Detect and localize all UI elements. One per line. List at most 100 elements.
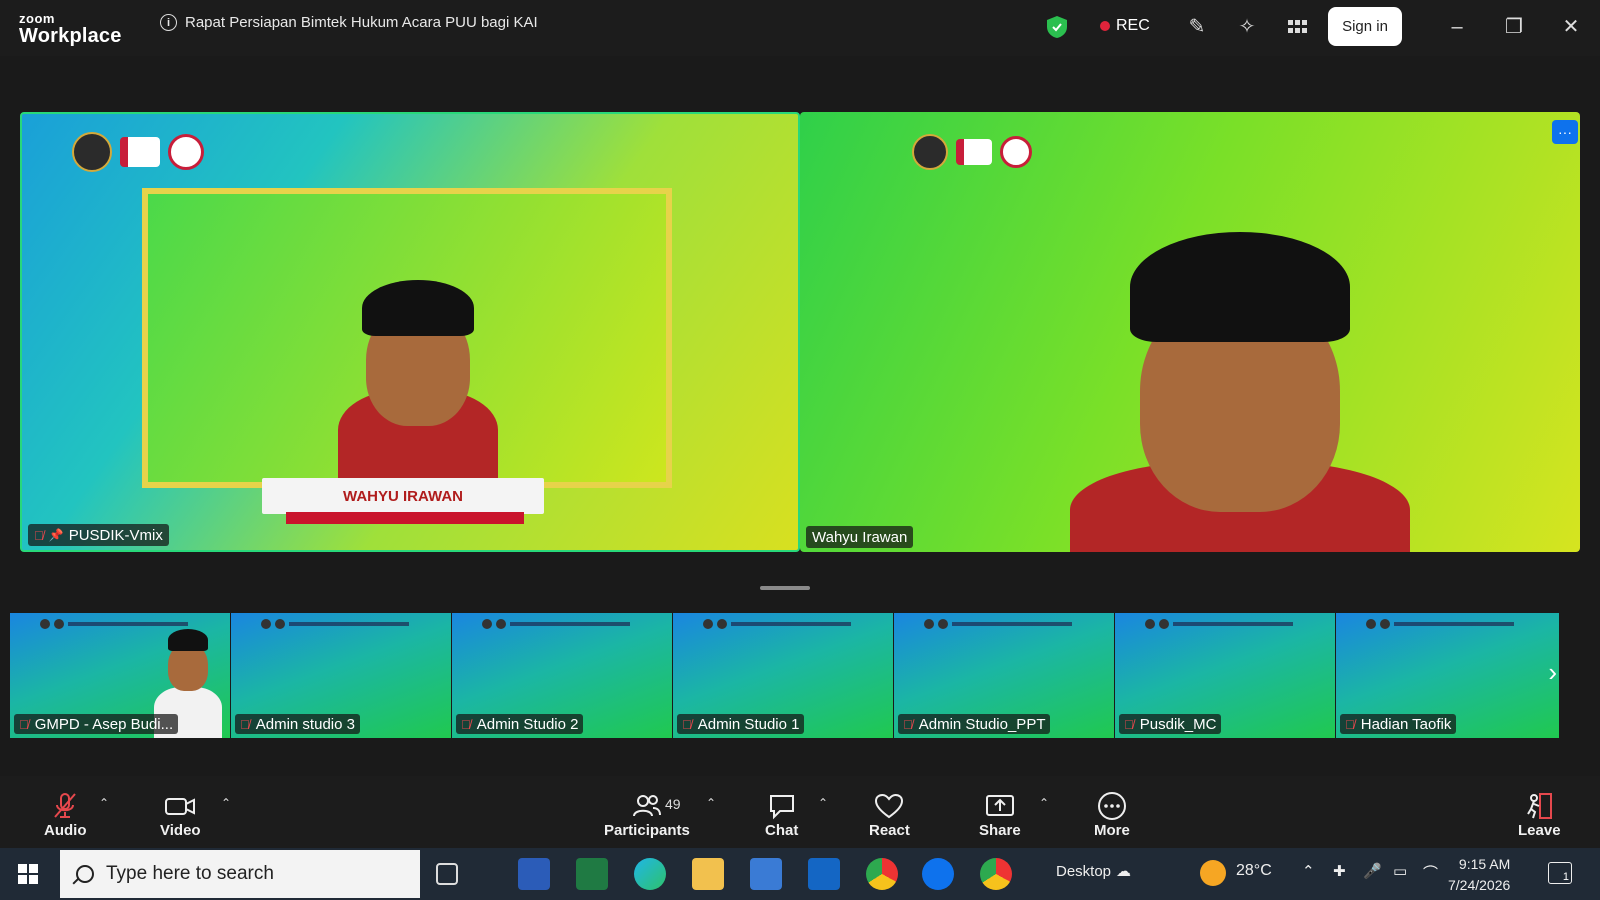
windows-taskbar: Type here to search Desktop ☁ 28°C ⌃ ✚ 🎤… <box>0 848 1600 900</box>
battery-icon[interactable]: ▭ <box>1393 862 1407 880</box>
sign-in-button[interactable]: Sign in <box>1328 7 1402 46</box>
wifi-icon[interactable]: ⌒ <box>1423 862 1438 883</box>
participant-name-tag: 🎙̸ GMPD - Asep Budi... <box>14 714 179 734</box>
mklc-logo <box>120 137 160 167</box>
gallery-tile[interactable]: 🎙̸ Hadian Taofik › <box>1336 613 1560 738</box>
clock-date: 7/24/2026 <box>1448 877 1511 893</box>
gallery-tile[interactable]: 🎙̸ Admin Studio 1 <box>673 613 894 738</box>
lower-third-name: WAHYU IRAWAN <box>262 478 544 514</box>
participant-name-tag: 🎙̸ 📌 PUSDIK-Vmix <box>28 524 169 546</box>
mic-muted-icon: 🎙̸ <box>34 527 44 543</box>
garuda-logo <box>72 132 112 172</box>
leave-button[interactable]: Leave <box>1518 790 1561 839</box>
video-button[interactable]: Video <box>160 790 201 839</box>
gallery-tile[interactable]: 🎙̸ Pusdik_MC <box>1115 613 1336 738</box>
react-button[interactable]: React <box>869 790 910 839</box>
participant-name: Admin studio 3 <box>255 715 355 733</box>
chrome-profile-icon[interactable] <box>980 858 1012 890</box>
chevron-right-icon[interactable]: › <box>1548 657 1557 688</box>
store-app-icon[interactable] <box>750 858 782 890</box>
chat-button[interactable]: Chat <box>765 790 798 839</box>
participant-name: Admin Studio 2 <box>476 715 579 733</box>
vpn-icon[interactable]: ✚ <box>1333 862 1346 880</box>
participant-name-tag: 🎙̸ Hadian Taofik <box>1340 714 1457 734</box>
rec-label: REC <box>1116 17 1150 34</box>
leave-label: Leave <box>1518 822 1561 839</box>
gmpd-logo <box>1000 136 1032 168</box>
participants-count: 49 <box>665 796 681 812</box>
leave-icon <box>1527 793 1553 819</box>
meeting-info[interactable]: i Rapat Persiapan Bimtek Hukum Acara PUU… <box>160 14 538 31</box>
video-tile-wahyu-irawan[interactable]: ··· Wahyu Irawan <box>800 112 1580 552</box>
speaker-figure <box>338 280 498 490</box>
gallery-tile[interactable]: 🎙̸ Admin Studio 2 <box>452 613 673 738</box>
excel-app-icon[interactable] <box>576 858 608 890</box>
speaker-figure <box>1070 232 1410 552</box>
chevron-up-icon[interactable]: ⌃ <box>706 796 716 810</box>
file-explorer-icon[interactable] <box>692 858 724 890</box>
edge-browser-icon[interactable] <box>634 858 666 890</box>
garuda-logo <box>912 134 948 170</box>
zoom-logo: zoom Workplace <box>19 12 122 46</box>
mic-muted-icon: 🎙̸ <box>1345 716 1355 732</box>
brand-top: zoom <box>19 11 55 26</box>
thumb-banner <box>1366 619 1514 629</box>
close-icon[interactable]: ✕ <box>1556 12 1586 42</box>
restore-icon[interactable]: ❐ <box>1499 12 1529 42</box>
recording-indicator[interactable]: REC <box>1100 17 1150 35</box>
pin-icon: 📌 <box>48 528 64 542</box>
chat-label: Chat <box>765 822 799 839</box>
info-icon[interactable]: i <box>160 14 177 31</box>
gmpd-logo <box>168 134 204 170</box>
video-tile-pusdik-vmix[interactable]: WAHYU IRAWAN 🎙̸ 📌 PUSDIK-Vmix <box>20 112 800 552</box>
notification-center-icon[interactable]: 1 <box>1548 862 1572 884</box>
react-label: React <box>869 822 910 839</box>
weather-icon[interactable] <box>1200 860 1226 886</box>
event-banner <box>912 134 1040 170</box>
microphone-icon[interactable]: 🎤 <box>1363 862 1382 880</box>
more-button[interactable]: More <box>1094 790 1130 839</box>
windows-start-icon[interactable] <box>18 864 38 884</box>
mic-muted-icon: 🎙̸ <box>240 716 250 732</box>
chevron-up-icon[interactable]: ⌃ <box>1039 796 1049 810</box>
chevron-up-icon[interactable]: ⌃ <box>818 796 828 810</box>
minimize-icon[interactable]: – <box>1442 12 1472 42</box>
gallery-tile[interactable]: 🎙̸ Admin studio 3 <box>231 613 452 738</box>
gallery-tile[interactable]: 🎙̸ GMPD - Asep Budi... <box>10 613 231 738</box>
mic-muted-icon: 🎙̸ <box>903 716 913 732</box>
onedrive-icon[interactable]: ☁ <box>1116 862 1131 880</box>
resize-handle[interactable] <box>760 586 810 590</box>
taskbar-search-input[interactable]: Type here to search <box>60 850 420 898</box>
thumb-banner <box>1145 619 1293 629</box>
apps-grid-icon[interactable] <box>1285 15 1309 39</box>
tile-more-options-button[interactable]: ··· <box>1552 120 1578 144</box>
participant-name: GMPD - Asep Budi... <box>34 715 174 733</box>
search-placeholder: Type here to search <box>106 863 274 884</box>
chevron-up-icon[interactable]: ⌃ <box>1302 862 1315 880</box>
gallery-tile[interactable]: 🎙̸ Admin Studio_PPT <box>894 613 1115 738</box>
zoom-app-icon[interactable] <box>922 858 954 890</box>
task-view-icon[interactable] <box>436 863 458 885</box>
audio-button[interactable]: Audio <box>44 790 87 839</box>
outlook-app-icon[interactable] <box>808 858 840 890</box>
weather-temperature[interactable]: 28°C <box>1236 862 1272 880</box>
meeting-title: Rapat Persiapan Bimtek Hukum Acara PUU b… <box>185 14 538 31</box>
shield-icon[interactable] <box>1047 16 1067 38</box>
desktop-toolbar-label[interactable]: Desktop <box>1056 863 1111 880</box>
brand-bottom: Workplace <box>19 25 122 47</box>
ai-companion-icon[interactable]: ✧ <box>1235 15 1259 39</box>
participant-name: PUSDIK-Vmix <box>68 526 163 544</box>
audio-label: Audio <box>44 822 87 839</box>
annotate-icon[interactable]: ✎ <box>1185 15 1209 39</box>
system-clock[interactable]: 9:15 AM 7/24/2026 <box>1448 854 1510 896</box>
chevron-up-icon[interactable]: ⌃ <box>221 796 231 810</box>
participant-name: Wahyu Irawan <box>812 528 908 546</box>
share-button[interactable]: Share <box>979 790 1021 839</box>
mic-muted-icon: 🎙̸ <box>19 716 29 732</box>
chrome-browser-icon[interactable] <box>866 858 898 890</box>
word-app-icon[interactable] <box>518 858 550 890</box>
chevron-up-icon[interactable]: ⌃ <box>99 796 109 810</box>
heart-icon <box>875 793 904 819</box>
meeting-toolbar: Audio ⌃ Video ⌃ Participants 49 ⌃ Chat ⌃… <box>0 776 1600 848</box>
participants-label: Participants <box>604 822 690 839</box>
